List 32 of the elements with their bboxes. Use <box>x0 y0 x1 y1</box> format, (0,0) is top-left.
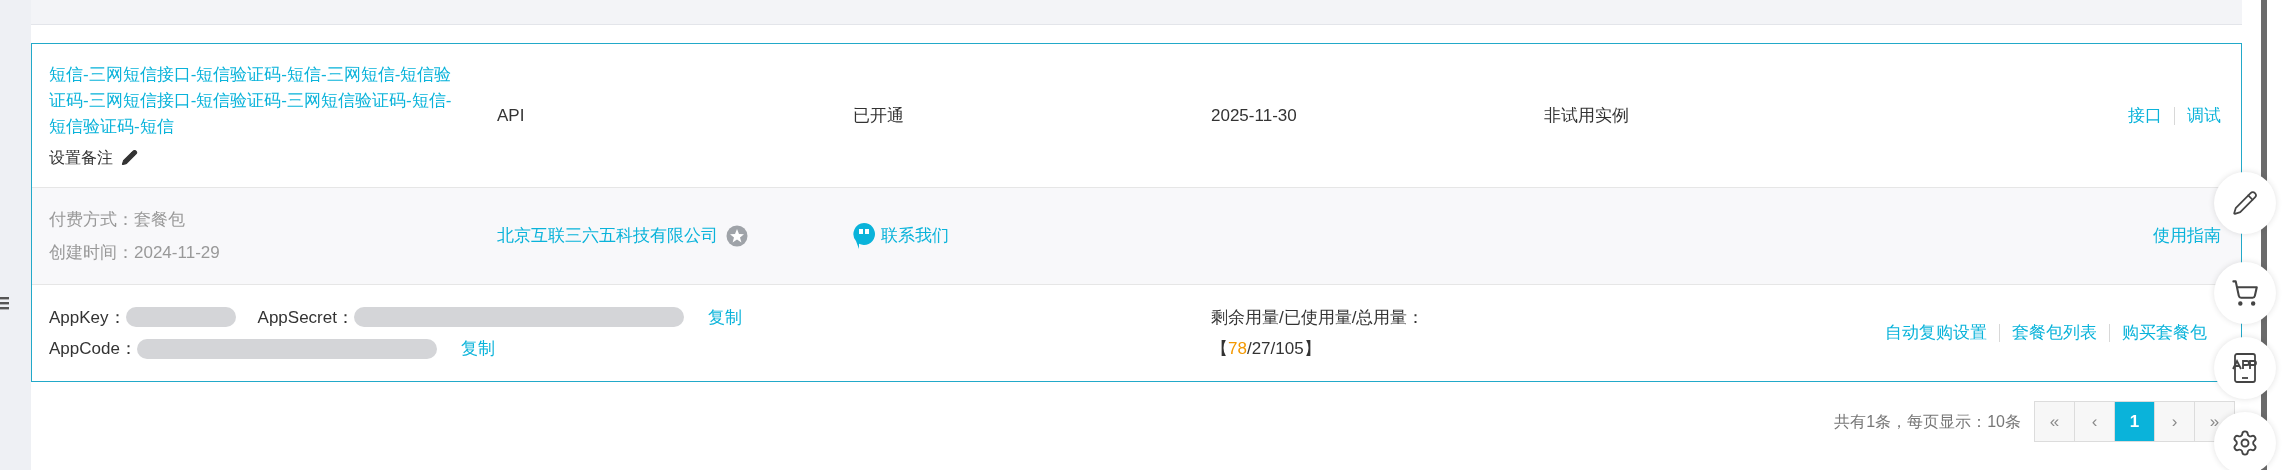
payment-text: 付费方式：套餐包 <box>49 208 186 231</box>
settings-icon <box>2231 429 2259 457</box>
copy-link[interactable]: 复制 <box>707 304 742 330</box>
credential-label: AppKey： <box>49 306 126 329</box>
package-link[interactable]: 自动复购设置 <box>1885 320 1987 346</box>
pagination-summary: 共有1条，每页显示：10条 <box>1834 411 2021 432</box>
float-button[interactable] <box>2214 337 2276 399</box>
expiry-text: 2025-11-30 <box>1211 104 1298 127</box>
menu-icon[interactable] <box>0 296 9 310</box>
usage-label: 剩余用量/已使用量/总用量： <box>1211 306 1426 329</box>
usage-text: 【78/27/105】 <box>1211 338 1322 360</box>
created-text: 创建时间：2024-11-29 <box>49 242 221 264</box>
pencil-icon[interactable] <box>121 149 138 166</box>
trial-text: 非试用实例 <box>1544 104 1630 127</box>
contact-link[interactable]: 联系我们 <box>881 223 949 249</box>
package-link[interactable]: 套餐包列表 <box>2012 320 2097 346</box>
guide-link[interactable]: 使用指南 <box>2153 223 2221 249</box>
edit-icon <box>2232 190 2258 216</box>
phone-app-icon <box>2231 353 2259 383</box>
cart-icon <box>2231 279 2259 307</box>
credential-label: AppCode： <box>49 338 137 360</box>
vendor-link[interactable]: 北京互联三六五科技有限公司 <box>497 223 718 249</box>
credential-label: AppSecret： <box>257 306 354 329</box>
product-link[interactable]: 短信-三网短信接口-短信验证码-短信-三网短信-短信验证码-三网短信接口-短信验证码-三网短信验证码-短信-短信验证码-短信 <box>49 61 454 140</box>
package-link[interactable]: 购买套餐包 <box>2122 320 2207 346</box>
status-text: 已开通 <box>853 104 905 127</box>
action-link[interactable]: 接口 <box>2128 102 2162 129</box>
page-button[interactable]: 1 <box>2114 401 2155 442</box>
note-label[interactable]: 设置备注 <box>49 145 113 170</box>
type-text: API <box>497 104 526 127</box>
copy-link[interactable]: 复制 <box>460 336 495 362</box>
action-link[interactable]: 调试 <box>2187 102 2221 129</box>
